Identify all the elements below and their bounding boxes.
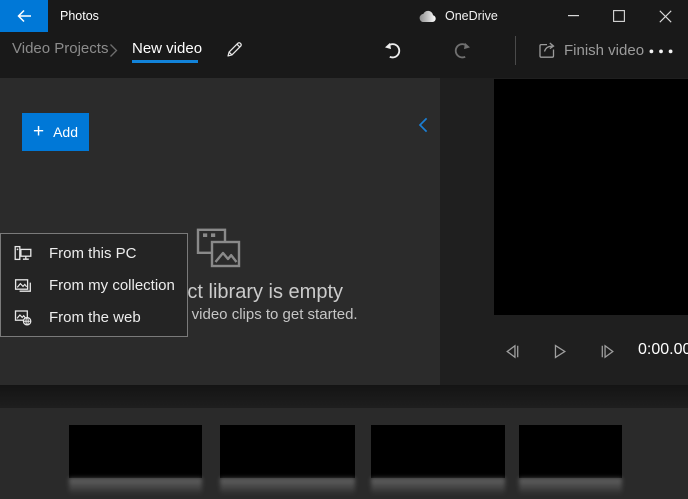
add-button-label: Add (53, 124, 78, 140)
menu-item-label: From my collection (49, 277, 175, 294)
menu-item-from-the-web[interactable]: From the web (1, 301, 187, 333)
add-button[interactable]: + Add (22, 113, 89, 151)
collapse-panel-button[interactable] (410, 112, 436, 138)
video-preview (494, 79, 688, 315)
breadcrumb-chevron-icon (109, 43, 118, 58)
onedrive-cloud-icon (418, 10, 437, 23)
window-controls (550, 0, 688, 32)
maximize-icon (613, 10, 625, 22)
next-frame-button[interactable] (599, 343, 617, 361)
close-icon (659, 10, 672, 23)
panel-shadow-band (0, 385, 688, 408)
time-display: 0:00.00 (638, 341, 688, 359)
onedrive-label: OneDrive (445, 9, 498, 23)
back-button[interactable] (0, 0, 48, 32)
pencil-icon (225, 40, 244, 59)
previous-frame-button[interactable] (504, 343, 522, 361)
play-icon (551, 343, 569, 360)
redo-button[interactable] (451, 40, 473, 62)
menu-item-label: From the web (49, 309, 141, 326)
active-tab-underline (132, 60, 198, 63)
finish-video-button[interactable]: Finish video (538, 37, 644, 63)
timeline-clip[interactable] (519, 425, 622, 478)
previous-frame-icon (504, 343, 522, 360)
project-library-panel: + Add Your project library is empty Add … (0, 78, 440, 385)
minimize-icon (568, 15, 579, 17)
rename-project-button[interactable] (222, 37, 246, 61)
timeline-clip[interactable] (220, 425, 355, 478)
menu-item-from-this-pc[interactable]: From this PC (1, 237, 187, 269)
minimize-button[interactable] (550, 0, 596, 32)
finish-video-label: Finish video (564, 42, 644, 59)
maximize-button[interactable] (596, 0, 642, 32)
play-button[interactable] (551, 343, 569, 361)
chevron-left-icon (418, 117, 428, 133)
add-dropdown-menu: From this PC From my collection (0, 233, 188, 337)
pc-icon (14, 244, 32, 262)
close-button[interactable] (642, 0, 688, 32)
menu-item-from-my-collection[interactable]: From my collection (1, 269, 187, 301)
toolbar: Video Projects New video (0, 32, 688, 78)
project-title-tab[interactable]: New video (132, 40, 202, 57)
collection-icon (14, 276, 32, 294)
onedrive-status: OneDrive (418, 0, 498, 32)
undo-icon (384, 40, 406, 60)
web-icon (14, 308, 32, 326)
storyboard-timeline[interactable] (0, 408, 688, 499)
timeline-clip[interactable] (371, 425, 505, 478)
photos-app-window: Photos OneDrive (0, 0, 688, 499)
timeline-clip[interactable] (69, 425, 202, 478)
menu-item-label: From this PC (49, 245, 137, 262)
main-content: + Add Your project library is empty Add … (0, 78, 688, 385)
empty-library-icon (195, 227, 242, 268)
toolbar-divider (515, 36, 516, 65)
app-title: Photos (60, 0, 99, 32)
plus-icon: + (33, 122, 44, 141)
undo-button[interactable] (384, 40, 406, 62)
ellipsis-icon (649, 49, 673, 54)
next-frame-icon (599, 343, 617, 360)
more-options-button[interactable] (645, 44, 677, 58)
redo-icon (451, 40, 473, 60)
titlebar: Photos OneDrive (0, 0, 688, 32)
breadcrumb-video-projects[interactable]: Video Projects (12, 40, 108, 57)
export-share-icon (538, 41, 556, 59)
back-arrow-icon (16, 8, 33, 24)
